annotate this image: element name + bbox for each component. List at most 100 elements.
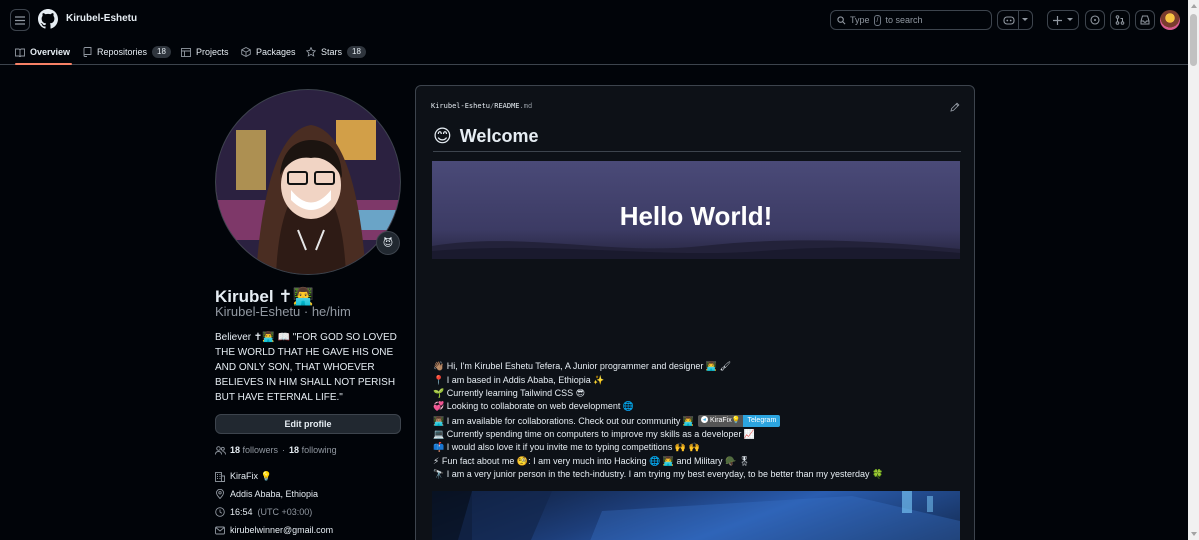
stars-count: 18 [347, 46, 366, 58]
global-header: Kirubel-Eshetu Type / to search [0, 0, 1188, 40]
book-icon [15, 48, 25, 57]
list-item: 💞️ Looking to collaborate on web develop… [433, 401, 635, 411]
copilot-icon [1002, 16, 1015, 25]
following-count: 18 [289, 445, 300, 455]
create-new-button[interactable] [1047, 10, 1079, 30]
followers-count: 18 [230, 445, 241, 455]
location-text: Addis Ababa, Ethiopia [230, 489, 319, 499]
search-shortcut-key: / [873, 14, 882, 26]
follow-separator: · [282, 445, 286, 455]
status-emoji-button[interactable]: 😈 [376, 231, 400, 255]
tab-label: Packages [256, 47, 296, 57]
tab-overview[interactable]: Overview [15, 40, 73, 65]
scroll-up-arrow[interactable] [1191, 4, 1197, 8]
table-icon [181, 47, 191, 57]
edit-profile-button[interactable]: Edit profile [215, 414, 401, 434]
git-pull-request-icon [1115, 15, 1125, 25]
profile-location: Addis Ababa, Ethiopia [215, 489, 318, 499]
list-item: 👨🏽‍💻 I am available for collaborations. … [433, 415, 781, 427]
search-suffix: to search [885, 15, 923, 25]
people-icon [215, 445, 226, 455]
readme-owner-link[interactable]: Kirubel-Eshetu [431, 102, 490, 110]
follow-stats: 18 followers · 18 following [215, 445, 337, 455]
inbox-icon [1140, 15, 1150, 25]
welcome-title: Welcome [459, 126, 539, 146]
readme-file-ext: .md [519, 102, 533, 110]
tab-projects[interactable]: Projects [181, 40, 229, 64]
tab-label: Overview [30, 47, 71, 57]
list-item: 🔭 I am a very junior person in the tech-… [433, 469, 884, 479]
profile-tabs: Overview Repositories 18 Projects Packag… [0, 40, 1188, 65]
local-time: 16:54 [230, 507, 253, 517]
telegram-badge[interactable]: KiraFix💡 Telegram [698, 415, 781, 427]
profile-readme: Kirubel-Eshetu/README.md 😊 Welcome Hello… [415, 85, 975, 540]
github-logo-icon[interactable] [38, 9, 59, 29]
repositories-count: 18 [152, 46, 171, 58]
repo-icon [83, 47, 92, 57]
avatar-illustration [216, 90, 400, 274]
tab-packages[interactable]: Packages [241, 40, 296, 64]
scroll-down-arrow[interactable] [1191, 532, 1197, 536]
org-name[interactable]: KiraFix 💡 [230, 471, 272, 482]
banner-title: Hello World! [619, 201, 773, 231]
notifications-button[interactable] [1135, 10, 1155, 30]
profile-bio: Believer ✝👨‍💻 📖 "FOR GOD SO LOVED THE WO… [215, 332, 397, 403]
email-link[interactable]: kirubelwinner@gmail.com [230, 525, 333, 535]
profile-email: kirubelwinner@gmail.com [215, 525, 333, 535]
telegram-icon [701, 416, 709, 423]
tab-label: Repositories [97, 47, 148, 57]
list-item: 💻 Currently spending time on computers t… [433, 429, 756, 439]
package-icon [241, 47, 251, 57]
hello-world-banner: Hello World! [432, 161, 960, 259]
readme-breadcrumb: Kirubel-Eshetu/README.md [431, 102, 532, 110]
search-prefix: Type [850, 15, 870, 25]
pencil-icon[interactable] [950, 102, 960, 112]
issues-button[interactable] [1085, 10, 1105, 30]
search-input[interactable]: Type / to search [830, 10, 992, 30]
list-item: ⚡ Fun fact about me 🧐: I am very much in… [433, 456, 751, 466]
tab-repositories[interactable]: Repositories 18 [83, 40, 171, 64]
profile-org: KiraFix 💡 [215, 471, 272, 482]
timezone: (UTC +03:00) [257, 507, 313, 517]
list-item: 📍 I am based in Addis Ababa, Ethiopia ✨ [433, 375, 605, 385]
telegram-badge-left: KiraFix💡 [698, 415, 744, 427]
tab-label: Projects [196, 47, 229, 57]
tab-label: Stars [321, 47, 343, 57]
user-avatar-menu[interactable] [1160, 10, 1180, 30]
profile-login: Kirubel-Eshetu · he/him [215, 304, 351, 319]
profile-avatar[interactable] [215, 89, 401, 275]
chevron-down-icon[interactable] [1021, 18, 1028, 22]
pull-requests-button[interactable] [1110, 10, 1130, 30]
mail-icon [215, 526, 225, 534]
telegram-badge-right: Telegram [743, 415, 781, 427]
followers-link[interactable]: 18 followers [230, 445, 278, 455]
page-scrollbar[interactable] [1188, 0, 1199, 540]
copilot-divider [1017, 10, 1019, 30]
plus-icon [1053, 15, 1062, 25]
star-icon [306, 47, 316, 57]
issue-opened-icon [1090, 15, 1100, 25]
menu-button[interactable] [10, 9, 30, 31]
readme-artwork-image [432, 491, 960, 540]
context-owner-link[interactable]: Kirubel-Eshetu [66, 13, 137, 24]
hamburger-icon [15, 15, 25, 25]
location-icon [216, 489, 224, 499]
list-item: 🌱 Currently learning Tailwind CSS 😎 [433, 388, 585, 398]
profile-local-time: 16:54 (UTC +03:00) [215, 507, 312, 517]
artwork-illustration [432, 491, 960, 540]
tab-stars[interactable]: Stars 18 [306, 40, 366, 64]
followers-label: followers [242, 445, 279, 455]
organization-icon [215, 471, 225, 482]
search-icon [837, 15, 846, 24]
chevron-down-icon [1067, 18, 1073, 21]
welcome-emoji: 😊 [433, 126, 452, 146]
scrollbar-thumb[interactable] [1190, 14, 1197, 66]
list-item: 📫 I would also love it if you invite me … [433, 442, 700, 452]
following-label: following [301, 445, 337, 455]
list-item: 👋🏽 Hi, I'm Kirubel Eshetu Tefera, A Juni… [433, 361, 732, 371]
copilot-button[interactable] [997, 10, 1033, 30]
clock-icon [215, 507, 225, 517]
readme-file-link[interactable]: README [494, 102, 519, 110]
following-link[interactable]: 18 following [289, 445, 337, 455]
readme-heading: 😊 Welcome [433, 122, 961, 152]
